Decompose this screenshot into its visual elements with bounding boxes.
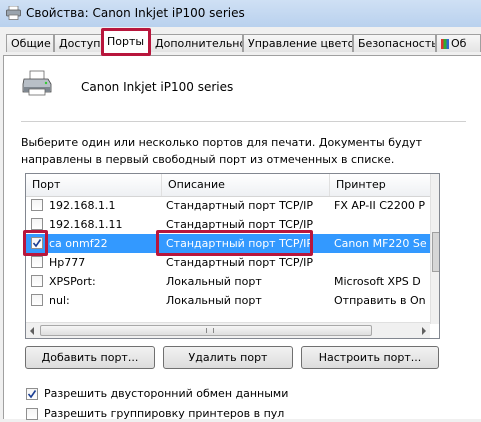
bidirectional-label: Разрешить двусторонний обмен данными [44,387,289,400]
tab-sharing[interactable]: Доступ [54,34,102,52]
port-checkbox[interactable] [31,275,43,287]
port-printer [334,253,430,272]
list-header: Порт Описание Принтер [26,174,431,197]
tab-bar: Общие Доступ Порты Дополнительно Управле… [0,27,481,57]
table-row[interactable]: nul: Локальный порт Отправить в On [26,291,431,310]
divider [21,121,466,122]
port-description: Локальный порт [166,294,262,307]
port-name: XPSPort: [49,275,96,288]
port-checkbox[interactable] [31,294,43,306]
horizontal-scrollbar[interactable] [26,322,430,338]
ports-panel: Canon Inkjet iP100 series Выберите один … [3,55,481,420]
port-list[interactable]: Порт Описание Принтер 192.168.1.1 Станда… [25,173,440,339]
port-printer: FX AP-II C2200 P [334,199,426,212]
port-name: Hp777 [49,256,86,269]
instructions-text: Выберите один или несколько портов для п… [21,136,423,166]
tab-about[interactable]: Об [436,34,481,52]
port-checkbox[interactable] [31,256,43,268]
port-name: 192.168.1.1 [49,199,116,212]
window-title: Свойства: Canon Inkjet iP100 series [26,6,245,20]
printer-large-icon [22,70,52,96]
delete-port-button[interactable]: Удалить порт [163,346,293,369]
port-printer: Microsoft XPS D [334,275,421,288]
printer-name: Canon Inkjet iP100 series [81,80,234,94]
port-name: ca onmf22 [49,237,108,250]
tab-advanced[interactable]: Дополнительно [150,34,243,52]
tab-ports-highlight [101,28,151,56]
table-row[interactable]: 192.168.1.1 Стандартный порт TCP/IP FX A… [26,196,431,215]
tab-color-management[interactable]: Управление цветом [243,34,353,52]
column-header-description[interactable]: Описание [162,174,330,196]
tab-security[interactable]: Безопасность [353,34,436,52]
tab-general[interactable]: Общие [6,34,54,52]
port-printer [334,215,430,234]
printer-icon [6,6,21,20]
column-header-port[interactable]: Порт [26,174,162,196]
bidirectional-checkbox[interactable] [26,388,38,400]
scroll-right-icon[interactable] [422,327,426,335]
port-name: nul: [49,294,70,307]
horizontal-scroll-thumb[interactable] [40,325,372,336]
port-description: Локальный порт [166,275,262,288]
grip-icon [206,328,214,333]
vertical-scroll-thumb[interactable] [432,232,439,272]
port-printer: Отправить в On [334,294,426,307]
configure-port-button[interactable]: Настроить порт... [301,346,439,369]
column-header-printer[interactable]: Принтер [330,174,431,196]
pooling-checkbox[interactable] [26,408,38,420]
description-highlight [156,230,313,256]
checkmark-icon [27,390,37,399]
title-bar: Свойства: Canon Inkjet iP100 series [0,0,481,27]
port-description: Стандартный порт TCP/IP [166,199,314,212]
add-port-button[interactable]: Добавить порт... [25,346,155,369]
table-row[interactable]: XPSPort: Локальный порт Microsoft XPS D [26,272,431,291]
checkbox-highlight [23,230,48,256]
port-checkbox[interactable] [31,199,43,211]
vertical-scrollbar[interactable] [430,174,439,324]
tab-about-label: Об [451,37,467,50]
about-icon [441,39,449,49]
scroll-left-icon[interactable] [30,327,34,335]
port-checkbox[interactable] [31,218,43,230]
port-printer: Canon MF220 Se [334,237,427,250]
pooling-label: Разрешить группировку принтеров в пул [44,407,285,420]
port-name: 192.168.1.11 [49,218,123,231]
